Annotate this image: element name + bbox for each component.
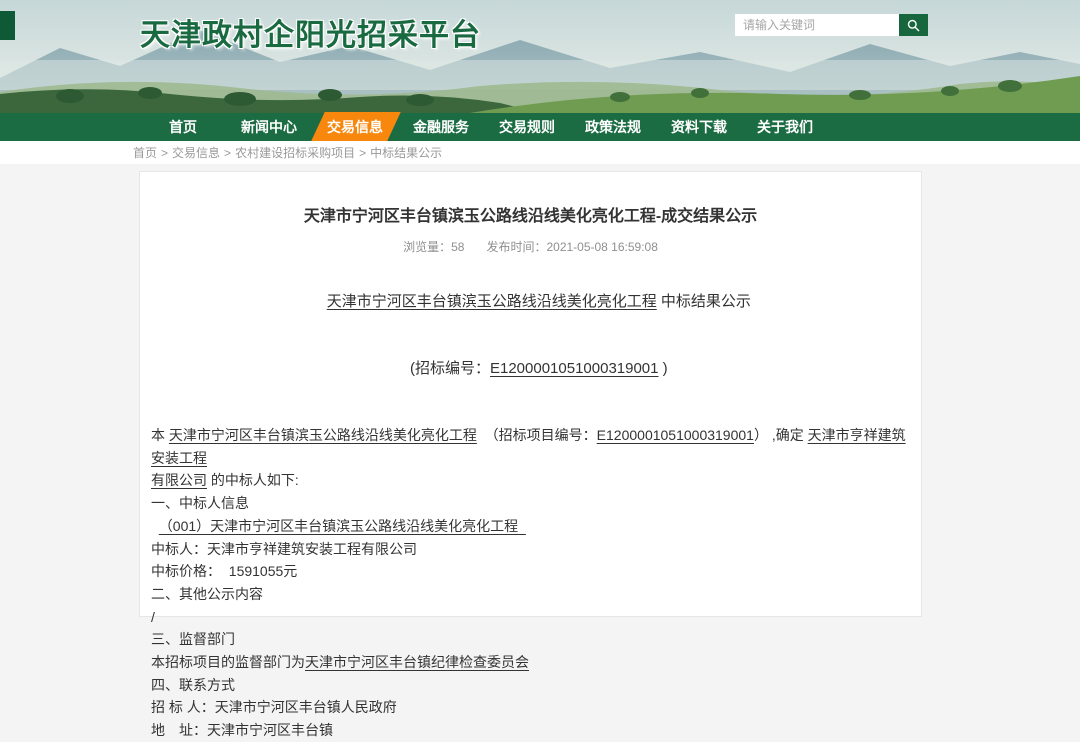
nav-items: 首页 新闻中心 交易信息 金融服务 交易规则 政策法规 资料下载 关于我们 <box>0 113 1080 141</box>
body-line: 中标人：天津市亨祥建筑安装工程有限公司 <box>151 538 910 561</box>
search-button[interactable] <box>899 14 928 36</box>
bid-number-prefix: (招标编号： <box>410 360 490 377</box>
search-input[interactable] <box>735 14 899 36</box>
body-line: （001）天津市宁河区丰台镇滨玉公路线沿线美化亮化工程 <box>151 515 910 538</box>
breadcrumb-item[interactable]: 首页 <box>133 146 157 160</box>
body-line: 四、联系方式 <box>151 674 910 697</box>
search-bar <box>735 14 928 36</box>
breadcrumb-separator: > <box>157 146 172 160</box>
nav-item-label: 资料下载 <box>671 117 727 137</box>
nav-item-finance[interactable]: 金融服务 <box>398 113 484 141</box>
nav-item-label: 交易规则 <box>499 117 555 137</box>
main-nav: 首页 新闻中心 交易信息 金融服务 交易规则 政策法规 资料下载 关于我们 <box>0 113 1080 141</box>
body-line: / <box>151 606 910 629</box>
nav-item-about[interactable]: 关于我们 <box>742 113 828 141</box>
site-title: 天津政村企阳光招采平台 <box>140 10 481 54</box>
banner: 天津政村企阳光招采平台 <box>0 0 1080 113</box>
article-body: 本 天津市宁河区丰台镇滨玉公路线沿线美化亮化工程 （招标项目编号：E120000… <box>151 424 910 742</box>
bid-number-value: E1200001051000319001 <box>490 360 659 377</box>
bid-number-line: (招标编号：E1200001051000319001 ) <box>151 336 910 402</box>
article-card: 天津市宁河区丰台镇滨玉公路线沿线美化亮化工程-成交结果公示 浏览量：58 发布时间… <box>139 171 922 617</box>
nav-item-label: 关于我们 <box>757 117 813 137</box>
article-subtitle: 天津市宁河区丰台镇滨玉公路线沿线美化亮化工程 中标结果公示 <box>151 269 910 335</box>
body-line: 三、监督部门 <box>151 628 910 651</box>
nav-item-label: 金融服务 <box>413 117 469 137</box>
article-title: 天津市宁河区丰台镇滨玉公路线沿线美化亮化工程-成交结果公示 <box>151 202 910 226</box>
breadcrumb-separator: > <box>220 146 235 160</box>
breadcrumb-item[interactable]: 农村建设招标采购项目 <box>235 146 355 160</box>
nav-item-news[interactable]: 新闻中心 <box>226 113 312 141</box>
nav-item-trade-info[interactable]: 交易信息 <box>312 113 398 141</box>
subtitle-rest: 中标结果公示 <box>657 293 751 310</box>
breadcrumb-separator: > <box>355 146 370 160</box>
banner-corner-artifact <box>0 11 15 40</box>
nav-item-label: 首页 <box>169 117 197 137</box>
nav-item-home[interactable]: 首页 <box>140 113 226 141</box>
body-line: 中标价格： 1591055元 <box>151 560 910 583</box>
body-line: 本招标项目的监督部门为天津市宁河区丰台镇纪律检查委员会 <box>151 651 910 674</box>
publish-time: 2021-05-08 16:59:08 <box>546 240 657 254</box>
breadcrumb-bar: 首页>交易信息>农村建设招标采购项目>中标结果公示 <box>0 141 1080 164</box>
nav-item-trade-rules[interactable]: 交易规则 <box>484 113 570 141</box>
nav-item-policy[interactable]: 政策法规 <box>570 113 656 141</box>
breadcrumb-item: 中标结果公示 <box>370 146 442 160</box>
publish-label: 发布时间： <box>486 240 546 254</box>
subtitle-project-name: 天津市宁河区丰台镇滨玉公路线沿线美化亮化工程 <box>327 293 657 310</box>
nav-item-label: 新闻中心 <box>241 117 297 137</box>
body-line: 二、其他公示内容 <box>151 583 910 606</box>
body-line: 有限公司 的中标人如下: <box>151 469 910 492</box>
breadcrumb: 首页>交易信息>农村建设招标采购项目>中标结果公示 <box>0 144 442 161</box>
nav-item-label: 政策法规 <box>585 117 641 137</box>
nav-item-downloads[interactable]: 资料下载 <box>656 113 742 141</box>
body-line: 地 址：天津市宁河区丰台镇 <box>151 719 910 742</box>
views-count: 58 <box>451 240 464 254</box>
body-line: 一、中标人信息 <box>151 492 910 515</box>
bid-number-suffix: ) <box>659 360 668 377</box>
views-label: 浏览量： <box>403 240 451 254</box>
search-icon <box>907 19 920 32</box>
breadcrumb-item[interactable]: 交易信息 <box>172 146 220 160</box>
nav-item-label: 交易信息 <box>327 117 383 137</box>
body-line: 招 标 人：天津市宁河区丰台镇人民政府 <box>151 696 910 719</box>
article-meta: 浏览量：58 发布时间：2021-05-08 16:59:08 <box>151 238 910 255</box>
body-line: 本 天津市宁河区丰台镇滨玉公路线沿线美化亮化工程 （招标项目编号：E120000… <box>151 424 910 469</box>
